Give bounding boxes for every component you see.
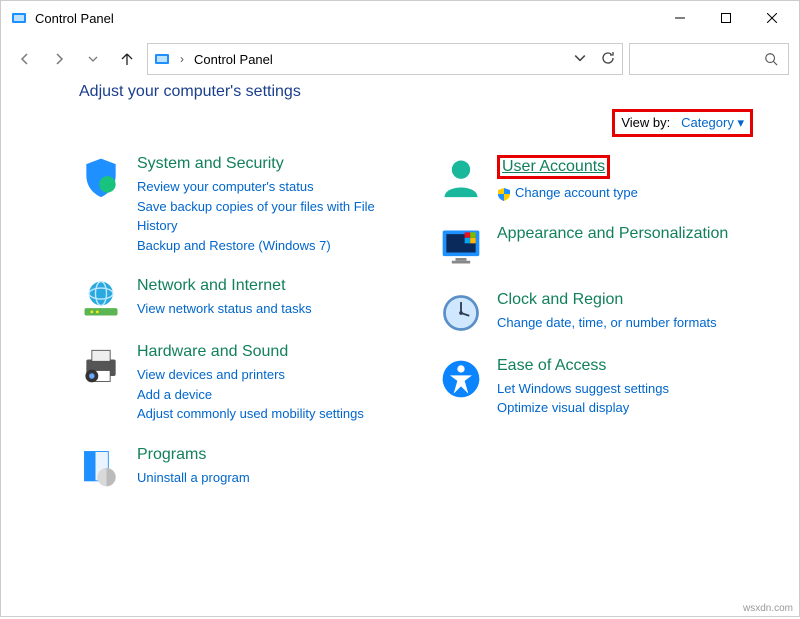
task-link[interactable]: Review your computer's status	[137, 177, 399, 197]
shield-icon	[79, 155, 123, 199]
watermark: wsxdn.com	[743, 603, 793, 614]
control-panel-window: Control Panel › Control Panel Adjust you…	[0, 0, 800, 617]
chevron-down-icon[interactable]	[574, 52, 586, 67]
accessibility-icon	[439, 357, 483, 401]
page-heading: Adjust your computer's settings	[79, 83, 759, 101]
task-link[interactable]: Uninstall a program	[137, 468, 250, 488]
task-link[interactable]: View network status and tasks	[137, 299, 312, 319]
breadcrumb[interactable]: Control Panel	[194, 52, 273, 67]
clock-icon	[439, 291, 483, 335]
control-panel-icon	[154, 51, 170, 67]
task-link[interactable]: Add a device	[137, 385, 364, 405]
category-link[interactable]: Appearance and Personalization	[497, 225, 728, 243]
programs-icon	[79, 446, 123, 490]
category-clock-region: Clock and Region Change date, time, or n…	[439, 291, 759, 335]
caret-down-icon: ▾	[737, 115, 744, 130]
up-button[interactable]	[113, 45, 141, 73]
address-bar[interactable]: › Control Panel	[147, 43, 623, 75]
category-link[interactable]: Hardware and Sound	[137, 343, 288, 361]
network-icon	[79, 277, 123, 321]
user-icon	[439, 155, 483, 199]
category-link[interactable]: Network and Internet	[137, 277, 286, 295]
category-user-accounts: User Accounts Change account type	[439, 155, 759, 203]
category-link[interactable]: Clock and Region	[497, 291, 623, 309]
category-appearance: Appearance and Personalization	[439, 225, 759, 269]
refresh-button[interactable]	[600, 50, 616, 69]
category-link[interactable]: Ease of Access	[497, 357, 606, 375]
chevron-right-icon: ›	[180, 52, 184, 66]
task-link[interactable]: View devices and printers	[137, 365, 364, 385]
view-by-label: View by:	[621, 115, 670, 130]
task-link[interactable]: Adjust commonly used mobility settings	[137, 404, 364, 424]
recent-dropdown[interactable]	[79, 45, 107, 73]
category-link[interactable]: Programs	[137, 446, 206, 464]
minimize-button[interactable]	[657, 3, 703, 33]
categories-grid: System and Security Review your computer…	[1, 129, 799, 500]
uac-shield-icon	[497, 187, 511, 201]
monitor-icon	[439, 225, 483, 269]
category-link[interactable]: System and Security	[137, 155, 284, 173]
view-by-value[interactable]: Category ▾	[681, 115, 744, 130]
search-icon	[764, 52, 778, 66]
control-panel-icon	[11, 10, 27, 26]
category-system-security: System and Security Review your computer…	[79, 155, 399, 255]
task-link[interactable]: Optimize visual display	[497, 398, 669, 418]
nav-toolbar: › Control Panel	[1, 35, 799, 83]
category-ease-of-access: Ease of Access Let Windows suggest setti…	[439, 357, 759, 418]
forward-button[interactable]	[45, 45, 73, 73]
task-link[interactable]: Change date, time, or number formats	[497, 313, 717, 333]
search-input[interactable]	[629, 43, 789, 75]
titlebar: Control Panel	[1, 1, 799, 35]
category-network-internet: Network and Internet View network status…	[79, 277, 399, 321]
category-hardware-sound: Hardware and Sound View devices and prin…	[79, 343, 399, 424]
category-link-highlighted[interactable]: User Accounts	[497, 155, 610, 179]
category-programs: Programs Uninstall a program	[79, 446, 399, 490]
task-link[interactable]: Let Windows suggest settings	[497, 379, 669, 399]
window-title: Control Panel	[35, 11, 657, 26]
task-link[interactable]: Backup and Restore (Windows 7)	[137, 236, 399, 256]
view-by-control[interactable]: View by: Category ▾	[612, 109, 753, 137]
back-button[interactable]	[11, 45, 39, 73]
task-link[interactable]: Change account type	[497, 183, 638, 203]
maximize-button[interactable]	[703, 3, 749, 33]
close-button[interactable]	[749, 3, 795, 33]
task-link[interactable]: Save backup copies of your files with Fi…	[137, 197, 399, 236]
printer-icon	[79, 343, 123, 387]
